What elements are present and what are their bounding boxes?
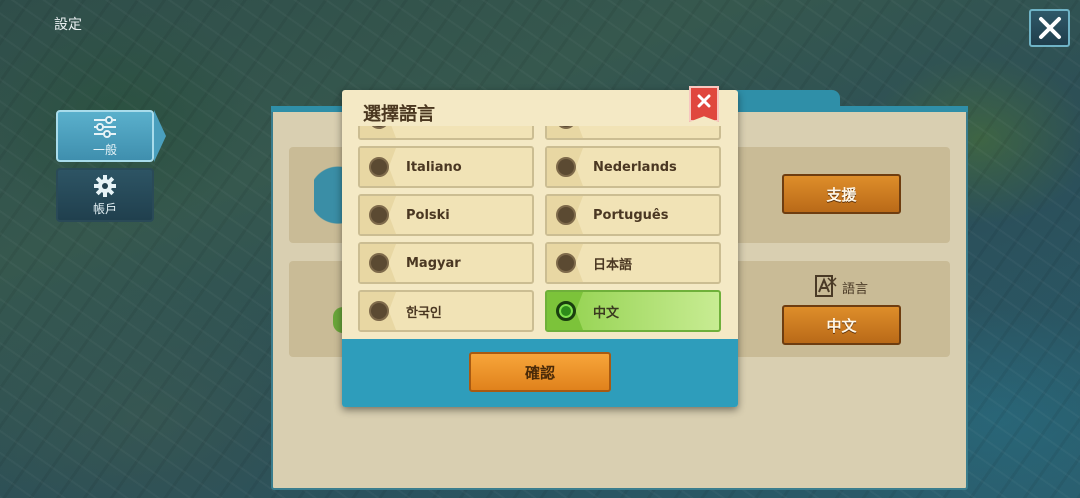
radio-icon [369, 253, 389, 273]
language-option[interactable] [358, 126, 534, 140]
close-icon [1038, 17, 1061, 39]
language-option-label: 中文 [593, 305, 620, 321]
language-option-label: Magyar [406, 255, 461, 271]
radio-icon [556, 253, 576, 273]
radio-icon [369, 205, 389, 225]
language-option[interactable]: 日本語 [545, 242, 721, 284]
radio-icon [556, 126, 576, 129]
language-option[interactable]: Nederlands [545, 146, 721, 188]
tab-general-label: 一般 [92, 142, 117, 157]
sliders-icon [94, 115, 116, 138]
radio-icon [556, 157, 576, 177]
language-option[interactable]: 中文 [545, 290, 721, 332]
language-option[interactable]: Polski [358, 194, 534, 236]
radio-icon [369, 126, 389, 129]
language-list[interactable]: Italiano Nederlands Polski Português Magyar 日… [358, 126, 722, 339]
language-setting-label: 語言 [815, 275, 868, 299]
modal-title: 選擇語言 [363, 104, 435, 125]
radio-selected-icon [556, 301, 576, 321]
language-option[interactable]: 한국인 [358, 290, 534, 332]
language-option[interactable]: Italiano [358, 146, 534, 188]
language-option-label: 한국인 [406, 305, 442, 321]
tab-account[interactable]: 帳戶 [56, 168, 154, 222]
modal-footer: 確認 [342, 339, 738, 407]
gear-icon [94, 174, 116, 197]
confirm-button[interactable]: 確認 [469, 352, 611, 392]
language-option-label: 日本語 [593, 257, 633, 273]
language-option-label: Nederlands [593, 159, 677, 175]
close-icon [697, 94, 711, 108]
tab-account-label: 帳戶 [92, 201, 117, 216]
close-settings-button[interactable] [1029, 9, 1070, 47]
support-button[interactable]: 支援 [782, 174, 901, 214]
translate-icon [815, 275, 837, 297]
language-option-label: Italiano [406, 159, 462, 175]
language-label-text: 語言 [842, 281, 869, 297]
radio-icon [369, 301, 389, 321]
radio-icon [556, 205, 576, 225]
tab-general[interactable]: 一般 [56, 110, 166, 162]
screen-title: 設定 [54, 17, 82, 33]
language-option[interactable]: Português [545, 194, 721, 236]
language-option-label: Português [593, 207, 669, 223]
language-option[interactable]: Magyar [358, 242, 534, 284]
language-button[interactable]: 中文 [782, 305, 901, 345]
language-modal: 選擇語言 Italiano Nederlands Polski Português Ma… [342, 90, 738, 407]
language-option[interactable] [545, 126, 721, 140]
language-option-label: Polski [406, 207, 450, 223]
radio-icon [369, 157, 389, 177]
